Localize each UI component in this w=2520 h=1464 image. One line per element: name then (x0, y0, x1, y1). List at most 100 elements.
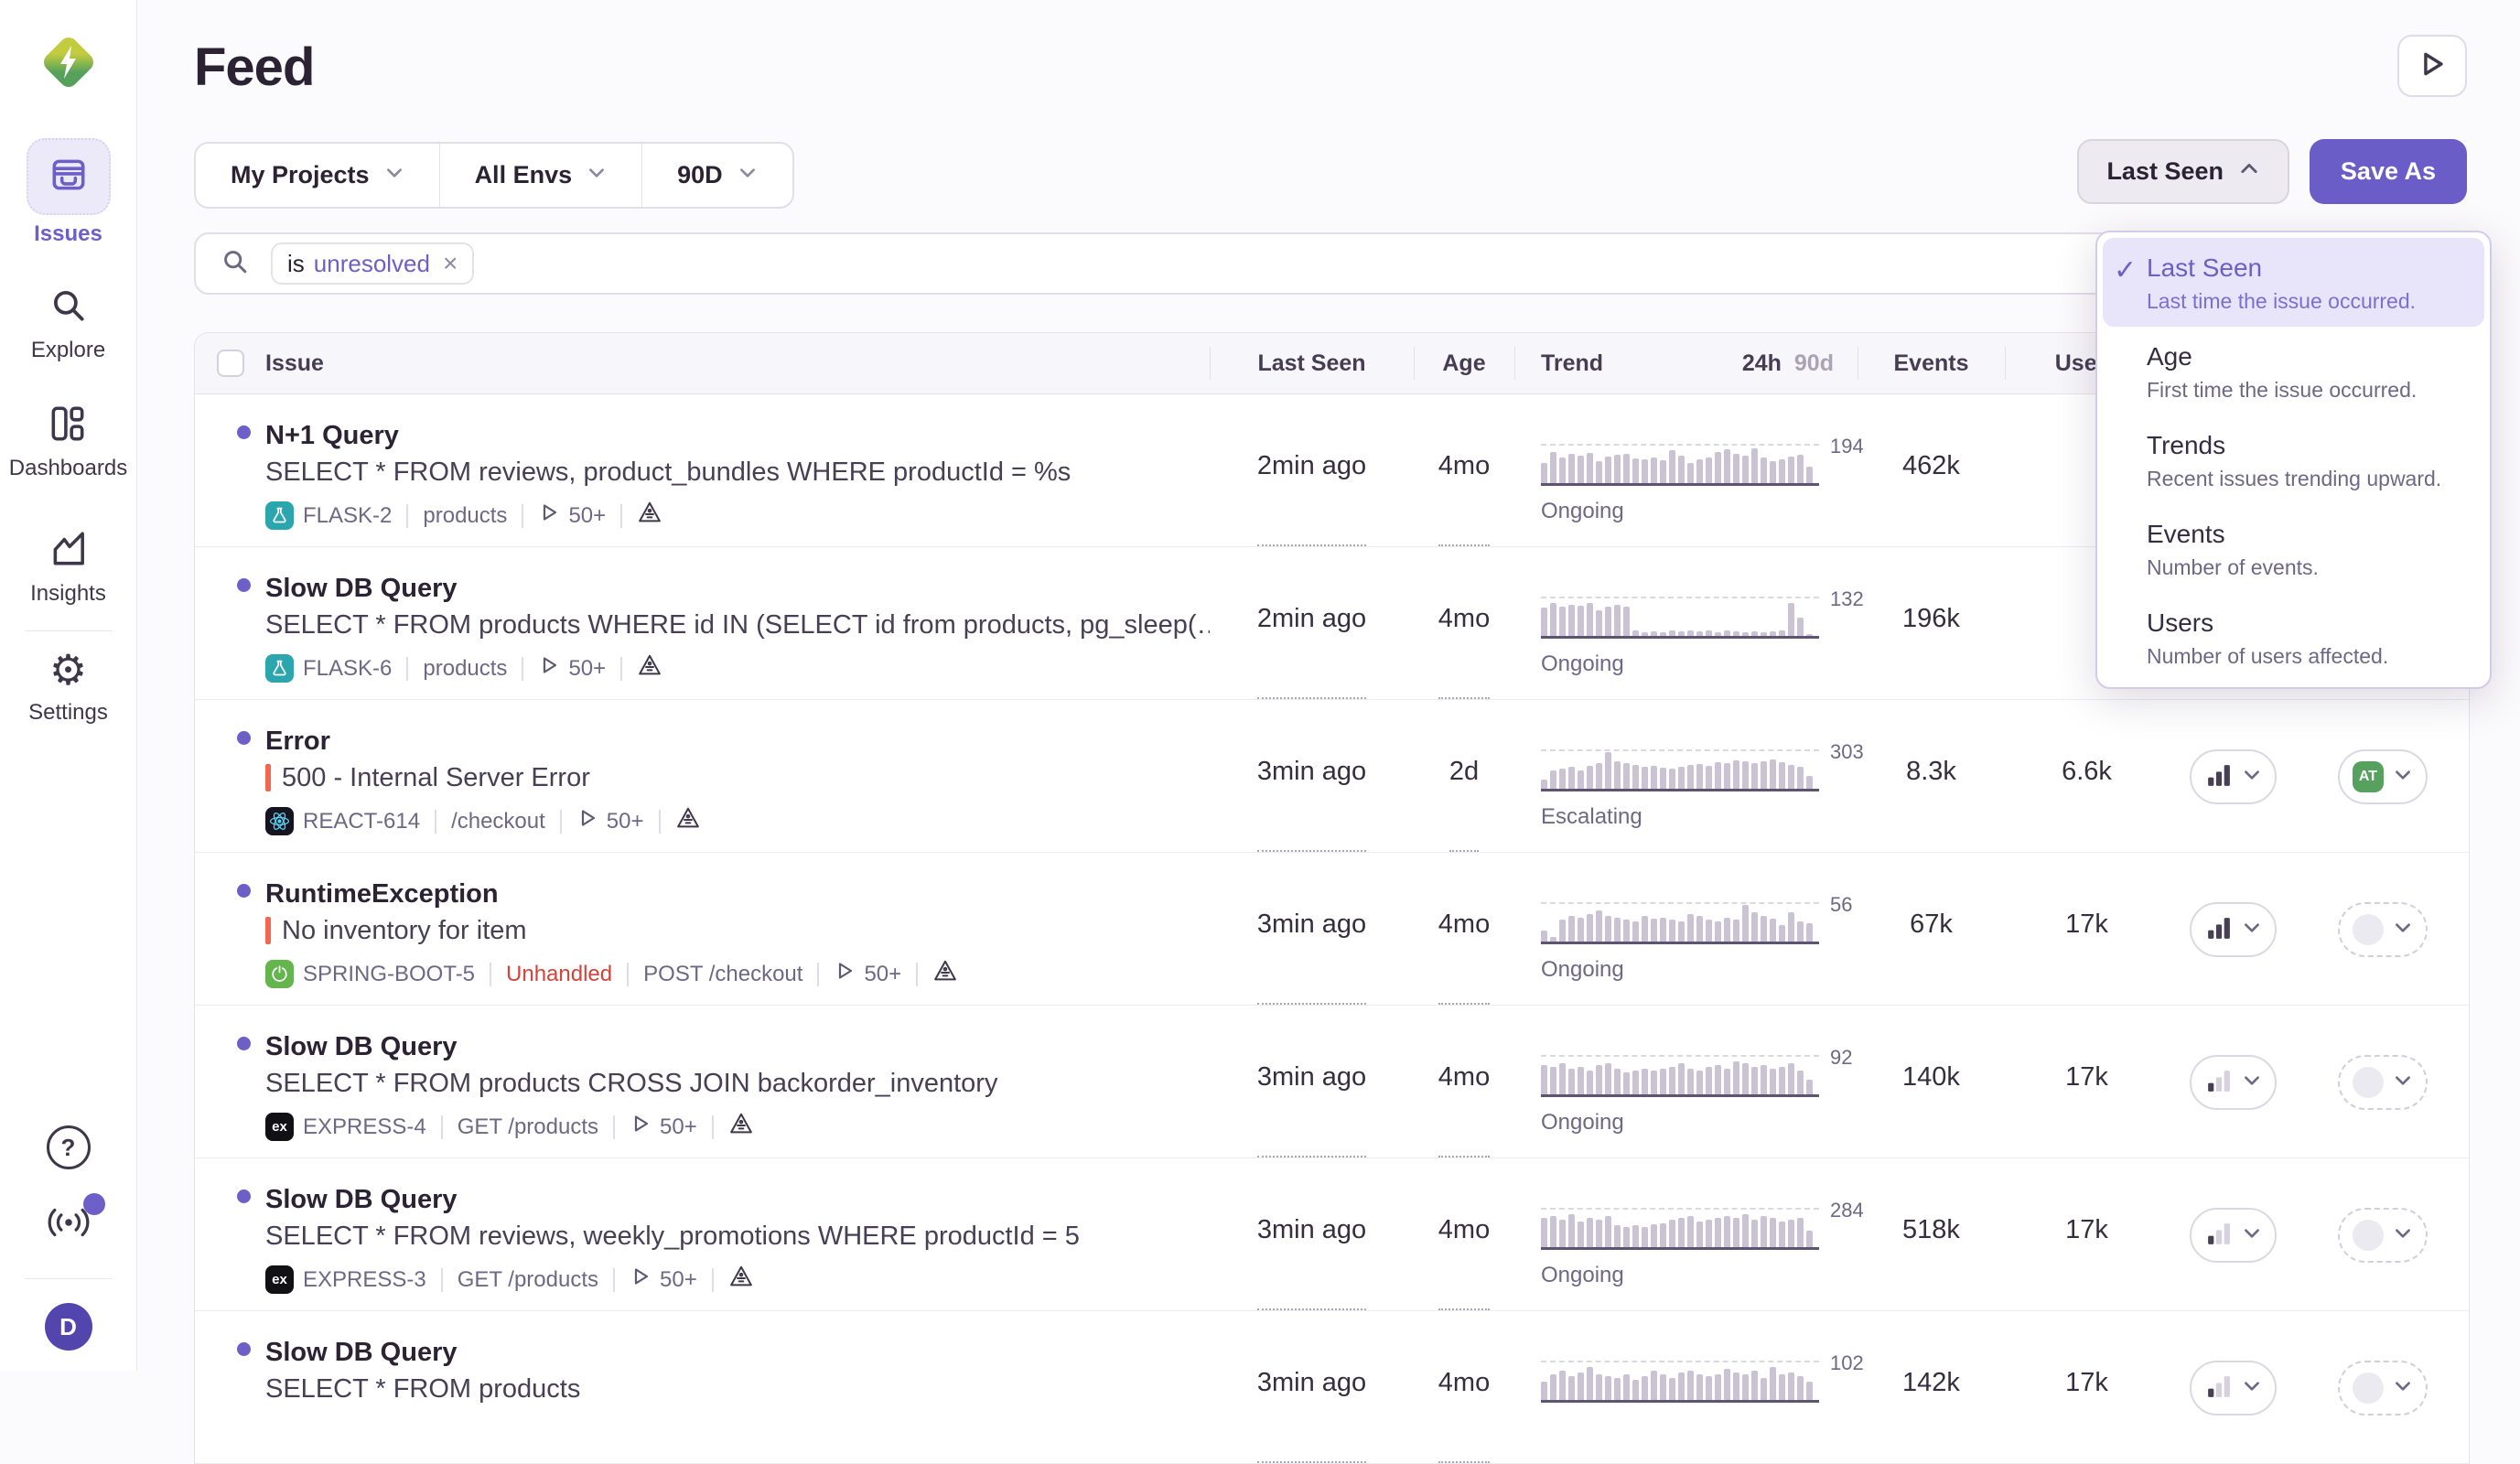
seer-button[interactable] (932, 958, 958, 990)
sidebar-item-label: Insights (30, 581, 106, 607)
table-row[interactable]: Slow DB QuerySELECT * FROM products CROS… (195, 1006, 2469, 1158)
priority-select[interactable] (2190, 1208, 2277, 1263)
assignee-select[interactable] (2338, 1208, 2428, 1263)
insights-icon (48, 528, 90, 575)
help-icon[interactable]: ? (47, 1125, 91, 1169)
trend-bar (1596, 763, 1602, 789)
sort-option[interactable]: UsersNumber of users affected. (2103, 593, 2484, 682)
sidebar-item-issues[interactable]: Issues (27, 138, 111, 247)
trend-bar (1806, 776, 1813, 789)
issue-tag[interactable]: POST /checkout (643, 962, 802, 987)
trend-bar (1550, 1374, 1556, 1400)
column-events[interactable]: Events (1858, 333, 2005, 393)
date-range-filter[interactable]: 90D (641, 144, 792, 207)
replay-count[interactable]: 50+ (630, 1265, 697, 1294)
sort-option[interactable]: EventsNumber of events. (2103, 504, 2484, 593)
priority-select[interactable] (2190, 749, 2277, 804)
trend-bar (1751, 448, 1758, 483)
project-badge[interactable]: exEXPRESS-3 (265, 1265, 426, 1294)
table-row[interactable]: Slow DB QuerySELECT * FROM reviews, week… (195, 1158, 2469, 1311)
issue-title[interactable]: Slow DB Query (265, 573, 1210, 604)
priority-select[interactable] (2190, 1361, 2277, 1416)
issue-tag[interactable]: GET /products (458, 1114, 598, 1140)
issue-title[interactable]: RuntimeException (265, 878, 1210, 910)
trend-bar (1733, 631, 1739, 636)
table-row[interactable]: Slow DB QuerySELECT * FROM products3min … (195, 1311, 2469, 1464)
replay-count[interactable]: 50+ (538, 654, 606, 683)
last-seen-cell: 3min ago (1210, 1311, 1414, 1463)
trend-bar (1669, 1220, 1675, 1247)
trend-bar (1632, 765, 1639, 789)
trend-bar (1632, 921, 1639, 942)
issue-title[interactable]: Slow DB Query (265, 1031, 1210, 1062)
unread-dot (237, 731, 251, 745)
assignee-select[interactable] (2338, 902, 2428, 957)
assignee-select[interactable] (2338, 1055, 2428, 1110)
priority-select[interactable] (2190, 902, 2277, 957)
priority-select[interactable] (2190, 1055, 2277, 1110)
search-token[interactable]: is unresolved × (271, 242, 474, 285)
sidebar-item-explore[interactable]: Explore (28, 284, 109, 363)
project-badge[interactable]: SPRING-BOOT-5 (265, 960, 475, 988)
trend-range-24h[interactable]: 24h (1742, 350, 1782, 376)
sort-button[interactable]: Last Seen (2077, 139, 2289, 204)
replay-count[interactable]: 50+ (538, 501, 606, 530)
issue-title[interactable]: N+1 Query (265, 420, 1210, 451)
project-badge[interactable]: FLASK-6 (265, 654, 392, 683)
play-button[interactable] (2397, 35, 2467, 97)
trend-bar (1687, 914, 1694, 942)
sort-option[interactable]: TrendsRecent issues trending upward. (2103, 415, 2484, 504)
table-row[interactable]: RuntimeExceptionNo inventory for itemSPR… (195, 853, 2469, 1006)
sort-option[interactable]: AgeFirst time the issue occurred. (2103, 327, 2484, 415)
whats-new-button[interactable] (45, 1202, 92, 1247)
issue-title[interactable]: Slow DB Query (265, 1184, 1210, 1215)
seer-button[interactable] (637, 500, 662, 532)
issue-tag[interactable]: GET /products (458, 1267, 598, 1293)
assignee-select[interactable] (2338, 1361, 2428, 1416)
seer-button[interactable] (728, 1264, 754, 1296)
issue-tag[interactable]: products (423, 656, 507, 682)
save-as-button[interactable]: Save As (2310, 139, 2467, 204)
replay-count[interactable]: 50+ (834, 960, 901, 988)
trend-range-90d[interactable]: 90d (1794, 350, 1834, 376)
seer-button[interactable] (728, 1111, 754, 1143)
priority-bars-icon (2204, 1066, 2233, 1099)
table-row[interactable]: Error500 - Internal Server ErrorREACT-61… (195, 700, 2469, 853)
issue-tag[interactable]: products (423, 503, 507, 529)
issue-tag[interactable]: Unhandled (506, 962, 612, 987)
trend-bar (1568, 916, 1575, 942)
app-logo-icon[interactable] (34, 27, 103, 97)
age-cell: 4mo (1414, 394, 1514, 546)
project-filter[interactable]: My Projects (196, 144, 439, 207)
column-age[interactable]: Age (1414, 333, 1514, 393)
replay-count[interactable]: 50+ (576, 807, 644, 835)
project-badge[interactable]: exEXPRESS-4 (265, 1113, 426, 1141)
project-badge[interactable]: FLASK-2 (265, 501, 392, 530)
issue-title[interactable]: Error (265, 726, 1210, 757)
trend-sparkline: 92 (1541, 1055, 1819, 1097)
column-trend: Trend 24h90d (1514, 333, 1858, 393)
trend-bar (1806, 1080, 1813, 1094)
trend-bar (1696, 1071, 1703, 1094)
sort-option[interactable]: ✓Last SeenLast time the issue occurred. (2103, 238, 2484, 327)
seer-triangle-icon (637, 506, 662, 531)
seer-button[interactable] (675, 805, 701, 837)
last-seen-cell: 3min ago (1210, 700, 1414, 852)
trend-bar (1660, 460, 1666, 483)
replay-count[interactable]: 50+ (630, 1113, 697, 1141)
environment-filter[interactable]: All Envs (439, 144, 642, 207)
remove-token-icon[interactable]: × (443, 249, 458, 278)
seer-button[interactable] (637, 652, 662, 684)
project-badge[interactable]: REACT-614 (265, 807, 420, 835)
user-avatar[interactable]: D (45, 1303, 92, 1351)
priority-bars-icon (2204, 1372, 2233, 1405)
assignee-select[interactable]: AT (2338, 749, 2428, 804)
sidebar-item-insights[interactable]: Insights (28, 527, 109, 607)
select-all-checkbox[interactable] (217, 350, 244, 377)
chevron-down-icon (2242, 1376, 2262, 1401)
sidebar-item-dashboards[interactable]: Dashboards (9, 402, 127, 481)
column-last-seen[interactable]: Last Seen (1210, 333, 1414, 393)
sidebar-item-settings[interactable]: ⚙ Settings (28, 646, 109, 726)
issue-title[interactable]: Slow DB Query (265, 1337, 1210, 1368)
issue-tag[interactable]: /checkout (451, 809, 545, 834)
